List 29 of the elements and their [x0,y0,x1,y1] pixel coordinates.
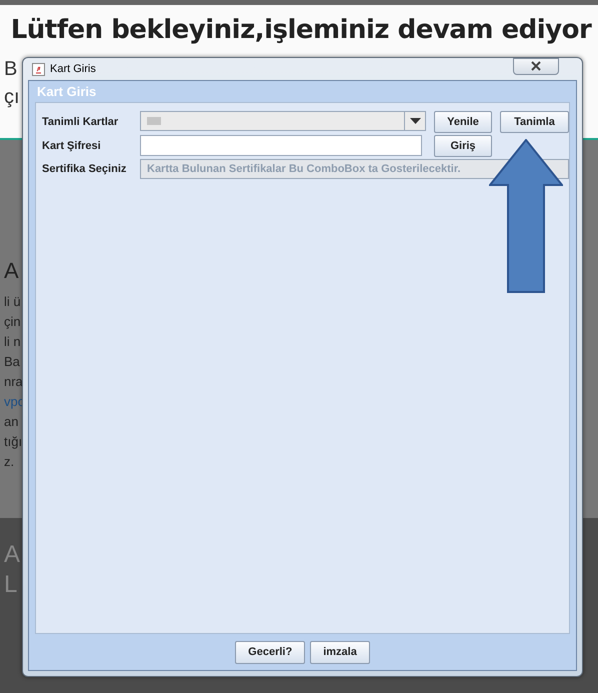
action-button[interactable]: Yenile [434,111,492,133]
body-text: li n [4,333,21,351]
dialog-button[interactable]: Gecerli? [235,640,306,664]
body-text: an [4,413,18,431]
body-text: z. [4,453,14,471]
body-text: Ba [4,353,20,371]
section-title: A [4,258,19,284]
window-title: Kart Giris [50,63,96,75]
intro-text: çı [4,85,20,110]
dialog-button[interactable]: imzala [310,640,370,664]
footer-title: L [4,570,18,600]
field-label: Sertifika Seçiniz [41,163,128,175]
body-text: li ü [4,293,21,311]
footer-title: A [4,540,20,570]
redacted-block [147,117,161,125]
body-text: çin [4,313,21,331]
password-field[interactable] [140,135,422,156]
field-label: Tanimli Kartlar [41,116,120,128]
panel-header: Kart Giris [36,83,98,101]
intro-text: B [4,57,18,82]
action-button[interactable]: Giriş [434,135,492,157]
java-app-icon [32,62,45,76]
page-heading: Lütfen bekleyiniz,işleminiz devam ediyor [10,15,593,45]
close-icon [530,61,542,71]
field-label: Kart Şifresi [41,140,102,152]
body-text: tığı [4,433,22,451]
action-button[interactable]: Tanimla [500,111,569,133]
body-text: nra [4,373,23,391]
close-button[interactable] [513,58,559,74]
